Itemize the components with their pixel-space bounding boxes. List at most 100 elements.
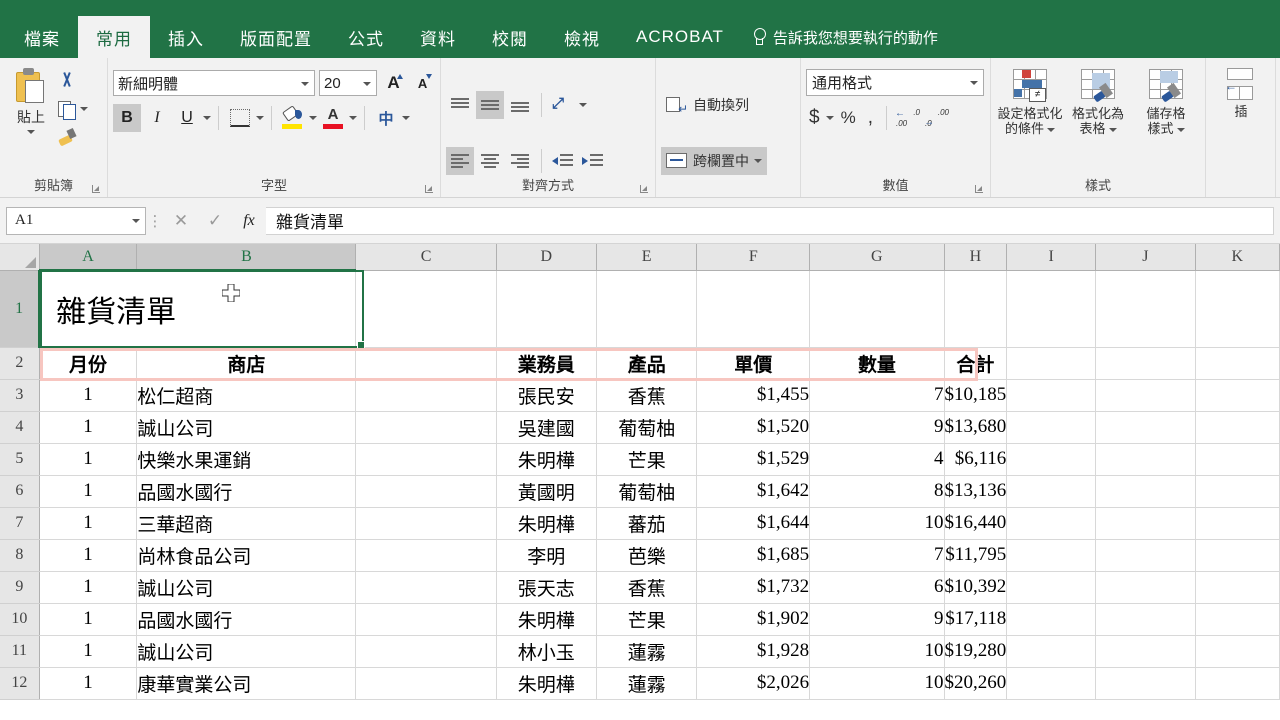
cell-product[interactable]: 芭樂: [596, 539, 698, 572]
column-header-a[interactable]: A: [39, 244, 138, 271]
copy-button[interactable]: [57, 98, 88, 120]
cell-quantity[interactable]: 10: [809, 667, 945, 700]
cell-empty[interactable]: [1195, 411, 1280, 444]
column-header-e[interactable]: E: [596, 244, 698, 271]
cell-empty[interactable]: [1006, 667, 1097, 700]
cell-product[interactable]: 蓮霧: [596, 667, 698, 700]
formula-bar-handle[interactable]: ⋮: [146, 212, 164, 230]
cell-empty[interactable]: [1006, 507, 1097, 540]
cell-empty[interactable]: [1006, 635, 1097, 668]
cell-styles-button[interactable]: 儲存格 樣式: [1132, 68, 1200, 136]
conditional-formatting-button[interactable]: ≠ 設定格式化 的條件: [996, 68, 1064, 136]
cell-empty[interactable]: [1195, 539, 1280, 572]
chevron-down-icon[interactable]: [579, 103, 587, 107]
column-title-cell[interactable]: 商店: [136, 347, 357, 380]
cell-total[interactable]: $13,680: [944, 411, 1008, 444]
font-size-input[interactable]: 20: [319, 70, 378, 96]
tab-acrobat[interactable]: ACROBAT: [618, 16, 742, 58]
row-header-2[interactable]: 2: [0, 347, 40, 380]
tab-review[interactable]: 校閱: [474, 16, 546, 58]
insert-function-button[interactable]: fx: [232, 207, 266, 235]
name-box[interactable]: A1: [6, 206, 146, 235]
cell-salesperson[interactable]: 朱明樺: [496, 507, 598, 540]
column-header-c[interactable]: C: [355, 244, 497, 271]
cell-empty[interactable]: [1095, 443, 1196, 476]
cell-empty[interactable]: [496, 270, 598, 348]
cell-price[interactable]: $1,455: [696, 379, 811, 412]
tab-formulas[interactable]: 公式: [330, 16, 402, 58]
cell-empty[interactable]: [1095, 667, 1196, 700]
chevron-down-icon[interactable]: [1047, 127, 1055, 132]
cell-product[interactable]: 蕃茄: [596, 507, 698, 540]
cell-month[interactable]: 1: [39, 475, 138, 508]
cell-total[interactable]: $16,440: [944, 507, 1008, 540]
cell-quantity[interactable]: 10: [809, 507, 945, 540]
cell-spacer[interactable]: [355, 635, 497, 668]
cell-empty[interactable]: [1006, 539, 1097, 572]
cell-salesperson[interactable]: 吳建國: [496, 411, 598, 444]
increase-decimal-button[interactable]: .0.00 ←: [895, 106, 921, 130]
cell-quantity[interactable]: 6: [809, 571, 945, 604]
cell-total[interactable]: $6,116: [944, 443, 1008, 476]
column-header-j[interactable]: J: [1095, 244, 1196, 271]
cell-store[interactable]: 松仁超商: [136, 379, 357, 412]
cell-price[interactable]: $1,685: [696, 539, 811, 572]
cell-a1-title[interactable]: 雜貨清單: [39, 270, 357, 348]
chevron-down-icon[interactable]: [402, 116, 410, 120]
merge-center-button[interactable]: 跨欄置中: [661, 147, 767, 175]
row-header-8[interactable]: 8: [0, 539, 40, 572]
decrease-indent-button[interactable]: [549, 147, 577, 175]
cell-empty[interactable]: [1095, 635, 1196, 668]
chevron-down-icon[interactable]: [80, 107, 88, 111]
tab-view[interactable]: 檢視: [546, 16, 618, 58]
cell-month[interactable]: 1: [39, 379, 138, 412]
cell-empty[interactable]: [944, 270, 1008, 348]
cell-product[interactable]: 葡萄柚: [596, 411, 698, 444]
cell-total[interactable]: $19,280: [944, 635, 1008, 668]
row-header-4[interactable]: 4: [0, 411, 40, 444]
column-header-f[interactable]: F: [696, 244, 811, 271]
cell-spacer[interactable]: [355, 507, 497, 540]
column-header-h[interactable]: H: [944, 244, 1008, 271]
cancel-edit-button[interactable]: ✕: [164, 207, 198, 235]
cell-empty[interactable]: [1195, 667, 1280, 700]
cell-empty[interactable]: [1195, 475, 1280, 508]
alignment-dialog-launcher[interactable]: [640, 183, 650, 193]
paste-button[interactable]: 貼上: [5, 64, 57, 134]
cell-spacer[interactable]: [355, 411, 497, 444]
cell-total[interactable]: $10,185: [944, 379, 1008, 412]
number-dialog-launcher[interactable]: [975, 183, 985, 193]
tab-insert[interactable]: 插入: [150, 16, 222, 58]
cell-salesperson[interactable]: 朱明樺: [496, 667, 598, 700]
wrap-text-button[interactable]: ↵ 自動換列: [661, 91, 754, 119]
cell-product[interactable]: 香蕉: [596, 379, 698, 412]
column-title-cell[interactable]: 業務員: [496, 347, 598, 380]
cell-salesperson[interactable]: 張天志: [496, 571, 598, 604]
number-format-select[interactable]: 通用格式: [806, 69, 984, 96]
column-title-cell[interactable]: 產品: [596, 347, 698, 380]
cell-empty[interactable]: [1006, 411, 1097, 444]
column-title-cell[interactable]: 單價: [696, 347, 811, 380]
row-header-12[interactable]: 12: [0, 667, 40, 700]
column-title-cell[interactable]: 月份: [39, 347, 138, 380]
cell-salesperson[interactable]: 李明: [496, 539, 598, 572]
tab-home[interactable]: 常用: [78, 16, 150, 58]
align-top-button[interactable]: [446, 91, 474, 119]
cell-product[interactable]: 香蕉: [596, 571, 698, 604]
orientation-button[interactable]: ⤢: [549, 91, 577, 119]
increase-indent-button[interactable]: [579, 147, 607, 175]
cell-empty[interactable]: [1006, 379, 1097, 412]
phonetic-guide-button[interactable]: 中: [372, 104, 400, 132]
cell-quantity[interactable]: 9: [809, 411, 945, 444]
chevron-down-icon[interactable]: [27, 130, 35, 134]
cell-empty[interactable]: [1095, 571, 1196, 604]
tab-file[interactable]: 檔案: [6, 16, 78, 58]
cell-store[interactable]: 快樂水果運銷: [136, 443, 357, 476]
cell-empty[interactable]: [1095, 507, 1196, 540]
cell-salesperson[interactable]: 林小玉: [496, 635, 598, 668]
borders-button[interactable]: [226, 104, 254, 132]
cell-spacer[interactable]: [355, 475, 497, 508]
cell-quantity[interactable]: 8: [809, 475, 945, 508]
increase-font-size-button[interactable]: A: [381, 70, 406, 96]
cell-month[interactable]: 1: [39, 411, 138, 444]
